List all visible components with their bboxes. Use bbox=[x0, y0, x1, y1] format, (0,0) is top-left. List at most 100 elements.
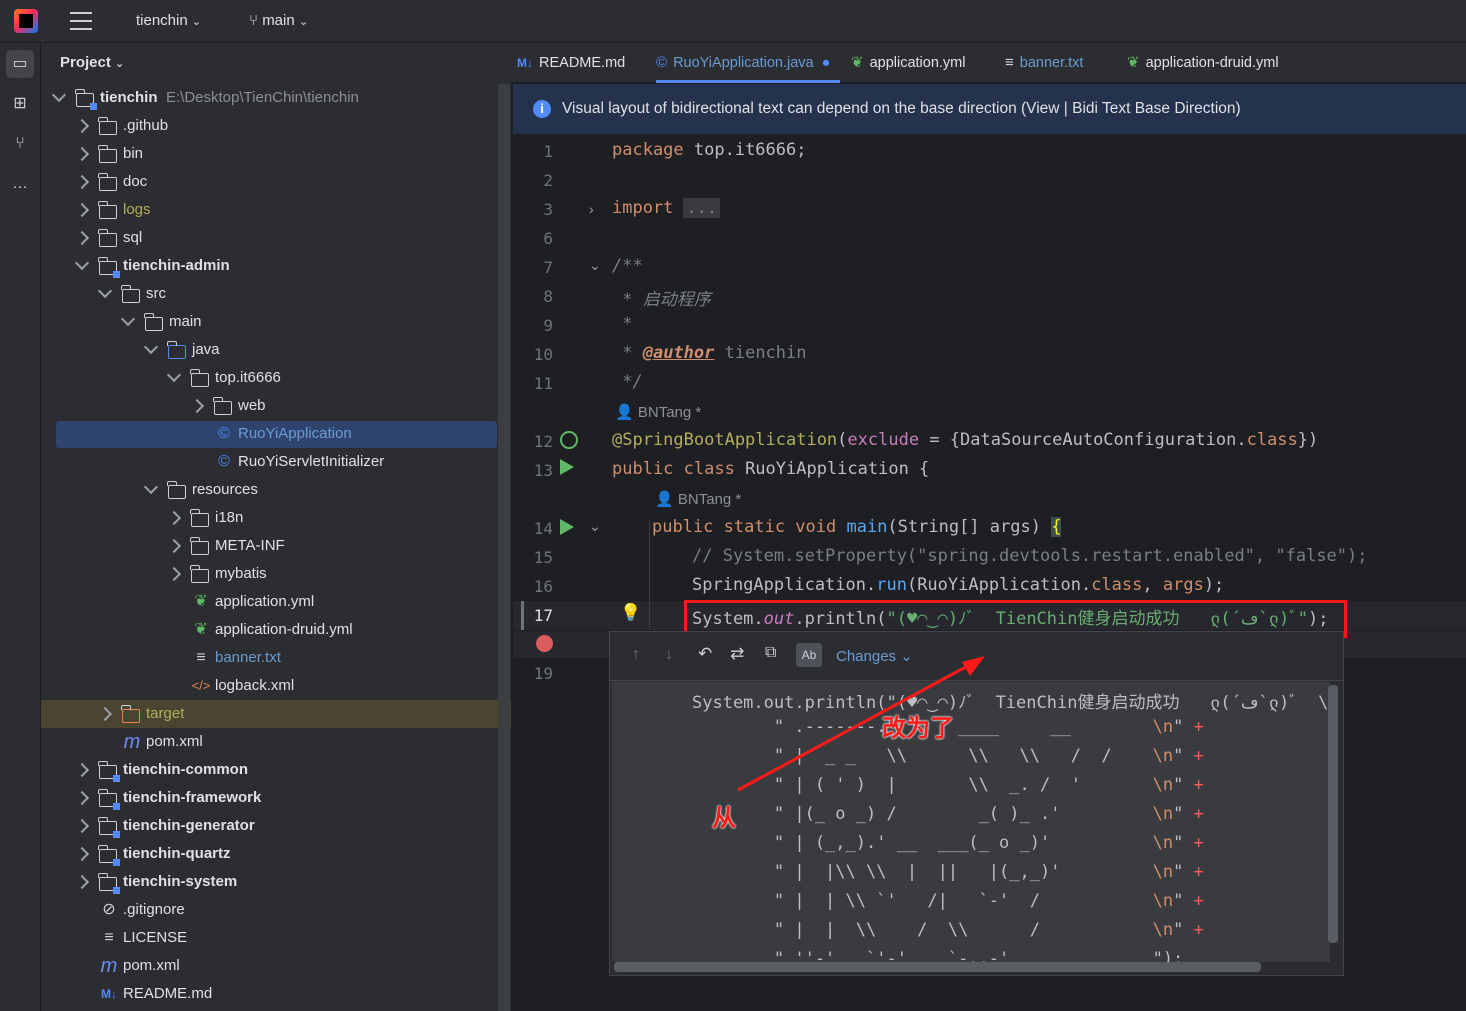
chevron-down-icon: ⌄ bbox=[298, 16, 309, 28]
breakpoint-icon[interactable] bbox=[536, 635, 553, 652]
module-icon bbox=[98, 873, 120, 894]
indent-guide bbox=[649, 520, 650, 630]
branch-switcher[interactable]: ⑂ main ⌄ bbox=[249, 12, 308, 29]
spring-bean-icon[interactable] bbox=[560, 431, 578, 449]
tree-item-label: top.it6666 bbox=[215, 369, 281, 386]
spring-config-icon: ❦ bbox=[851, 54, 864, 71]
module-icon bbox=[98, 845, 120, 866]
main-menu-icon[interactable] bbox=[70, 12, 92, 30]
package-icon bbox=[190, 369, 209, 387]
project-tool-icon[interactable]: ▭ bbox=[6, 50, 34, 78]
class-icon: © bbox=[218, 453, 230, 470]
line-number: 15 bbox=[533, 548, 553, 567]
line-number: 8 bbox=[543, 287, 553, 306]
code-line-comment-end: */ bbox=[612, 372, 643, 392]
chevron-down-icon: ⌄ bbox=[115, 58, 125, 70]
folder-icon bbox=[167, 341, 186, 359]
module-icon bbox=[98, 257, 120, 278]
diff-horizontal-scrollbar[interactable] bbox=[614, 962, 1261, 972]
folder-icon bbox=[190, 509, 209, 527]
user-icon: 👤 bbox=[655, 491, 678, 508]
user-icon: 👤 bbox=[615, 404, 638, 421]
spring-config-icon: ❦ bbox=[194, 621, 208, 638]
tree-item-label: tienchin-framework bbox=[123, 789, 262, 806]
tab-label: README.md bbox=[539, 55, 626, 71]
folder-icon bbox=[98, 201, 117, 219]
annotation-changed-to: 改为了 bbox=[882, 715, 954, 742]
tree-item-label: tienchin-common bbox=[123, 761, 249, 778]
app-logo-icon[interactable] bbox=[14, 9, 38, 33]
tab-label: application.yml bbox=[869, 55, 966, 71]
fold-expand-icon[interactable]: › bbox=[589, 201, 594, 217]
bidi-notification-banner: i Visual layout of bidirectional text ca… bbox=[513, 84, 1466, 135]
editor-tab[interactable]: ❦ application.yml bbox=[851, 43, 966, 83]
line-number: 6 bbox=[543, 229, 553, 248]
project-panel-title[interactable]: Project ⌄ bbox=[60, 54, 124, 71]
project-switcher[interactable]: tienchin ⌄ bbox=[136, 12, 201, 29]
tree-item-label: bin bbox=[123, 145, 144, 162]
maven-icon: m bbox=[123, 731, 141, 753]
lightbulb-icon[interactable]: 💡 bbox=[620, 603, 641, 623]
diff-line: " | | \\ / \\ / \n" + bbox=[692, 920, 1204, 940]
folder-icon bbox=[121, 705, 140, 723]
tab-label: banner.txt bbox=[1019, 55, 1084, 71]
structure-tool-icon[interactable]: ⊞ bbox=[6, 90, 34, 118]
line-number: 3 bbox=[543, 200, 553, 219]
folder-icon bbox=[144, 313, 163, 331]
tree-item-label: logs bbox=[123, 201, 151, 218]
fold-collapse-icon[interactable]: ⌄ bbox=[589, 518, 601, 535]
fold-collapse-icon[interactable]: ⌄ bbox=[589, 257, 601, 274]
tree-item-label: tienchin-generator bbox=[123, 817, 255, 834]
commit-tool-icon[interactable]: ⑂ bbox=[6, 130, 34, 158]
diff-line: " | (_,_).' __ ___(_ o _)' \n" + bbox=[692, 833, 1204, 853]
line-number: 13 bbox=[533, 461, 553, 480]
more-tools-icon[interactable]: … bbox=[6, 170, 34, 198]
editor-tab[interactable]: © RuoYiApplication.java ● bbox=[656, 43, 841, 83]
tree-item-label: sql bbox=[123, 229, 143, 246]
code-line-author: * @author tienchin bbox=[612, 343, 807, 363]
line-number: 19 bbox=[533, 664, 553, 683]
code-line-annotation: @SpringBootApplication(exclude = {DataSo… bbox=[612, 430, 1319, 450]
line-number: 10 bbox=[533, 345, 553, 364]
tree-item-label: tienchin-quartz bbox=[123, 845, 231, 862]
run-gutter-icon[interactable] bbox=[560, 459, 574, 475]
code-line-import: import... bbox=[612, 198, 721, 218]
tab-label: application-druid.yml bbox=[1145, 55, 1279, 71]
tree-item-label: LICENSE bbox=[123, 929, 188, 946]
code-line-comment-property: // System.setProperty("spring.devtools.r… bbox=[692, 546, 1368, 566]
tree-scrollbar[interactable] bbox=[498, 84, 510, 1011]
gitignore-icon: ⊘ bbox=[102, 901, 116, 918]
markdown-icon: M↓ bbox=[101, 987, 117, 1001]
git-branch-icon: ⑂ bbox=[249, 12, 259, 29]
line-number: 1 bbox=[543, 142, 553, 161]
next-change-icon[interactable]: ↓ bbox=[665, 646, 673, 664]
line-number: 16 bbox=[533, 577, 553, 596]
author-inlay-hint[interactable]: 👤 BNTang * bbox=[655, 490, 741, 508]
editor-tabs bbox=[511, 43, 1466, 83]
tree-item-label: RuoYiServletInitializer bbox=[238, 453, 385, 470]
code-line-main: public static void main(String[] args) { bbox=[652, 517, 1062, 537]
folder-icon bbox=[167, 481, 186, 499]
maven-icon: m bbox=[100, 955, 118, 977]
annotation-from: 从 bbox=[712, 805, 736, 832]
tree-item-label: RuoYiApplication bbox=[238, 425, 352, 442]
diff-line: " | |\\ \\ | || |(_,_)' \n" + bbox=[692, 862, 1204, 882]
package-icon bbox=[213, 397, 232, 415]
tree-item-label: main bbox=[169, 313, 202, 330]
folder-icon bbox=[98, 117, 117, 135]
spring-config-icon: ❦ bbox=[194, 593, 208, 610]
tree-item-label: tienchin bbox=[100, 89, 158, 106]
tree-item-label: logback.xml bbox=[215, 677, 295, 694]
editor-tab[interactable]: ≡ banner.txt bbox=[1005, 43, 1083, 83]
tree-item-label: pom.xml bbox=[123, 957, 180, 974]
module-icon bbox=[98, 789, 120, 810]
tree-item-label: application-druid.yml bbox=[215, 621, 353, 638]
editor-tab[interactable]: M↓ README.md bbox=[517, 43, 625, 83]
diff-vertical-scrollbar[interactable] bbox=[1328, 685, 1338, 943]
module-icon bbox=[98, 761, 120, 782]
editor-tab[interactable]: ❦ application-druid.yml bbox=[1127, 43, 1279, 83]
prev-change-icon[interactable]: ↑ bbox=[632, 646, 640, 664]
author-inlay-hint[interactable]: 👤 BNTang * bbox=[615, 403, 701, 421]
folder-icon bbox=[190, 565, 209, 583]
tree-item-label: application.yml bbox=[215, 593, 315, 610]
